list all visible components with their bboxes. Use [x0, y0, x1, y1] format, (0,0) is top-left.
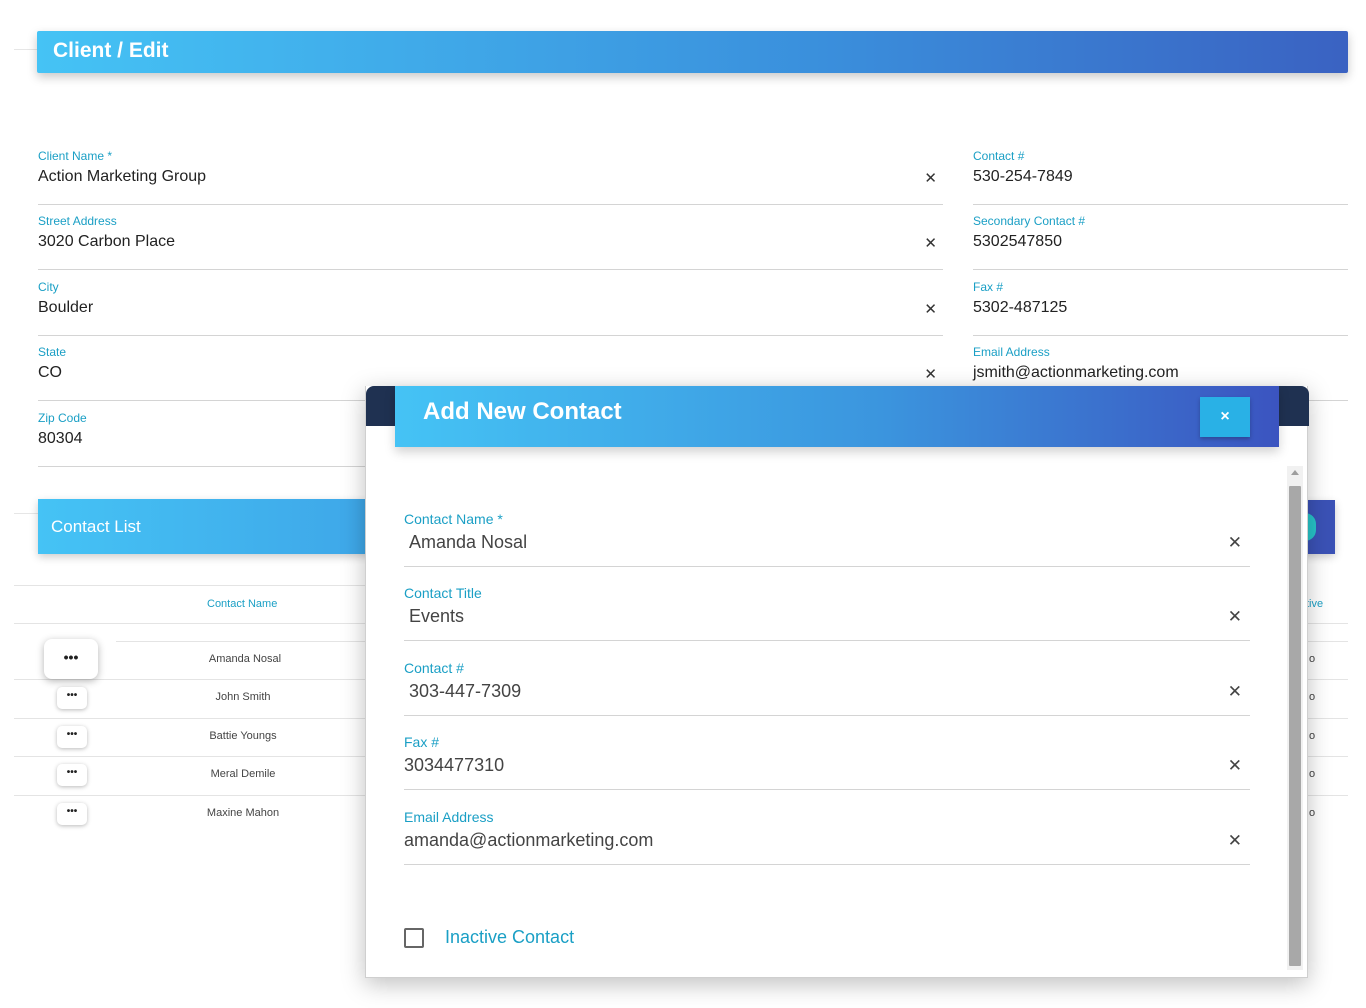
inactive-contact-label[interactable]: Inactive Contact	[445, 927, 574, 948]
column-header-active[interactable]: tive	[1306, 598, 1323, 610]
client-name-label: Client Name *	[38, 149, 113, 163]
contact-email-field[interactable]: Email Address amanda@actionmarketing.com…	[404, 809, 1250, 865]
table-row[interactable]: Maxine Mahon	[183, 807, 303, 819]
more-horizontal-icon[interactable]: •••	[44, 639, 98, 679]
dialog-title: Add New Contact	[423, 398, 622, 425]
table-divider	[14, 795, 366, 796]
contact-title-label: Contact Title	[404, 585, 482, 601]
close-icon[interactable]: ✕	[1228, 831, 1242, 851]
more-horizontal-icon[interactable]: •••	[57, 726, 87, 748]
contact-number-label: Contact #	[404, 660, 464, 676]
table-row[interactable]: Battie Youngs	[183, 730, 303, 742]
contact-list-header: Contact List	[38, 499, 378, 554]
page-title: Client / Edit	[53, 39, 169, 62]
street-address-input[interactable]: 3020 Carbon Place	[38, 233, 175, 251]
client-name-input[interactable]: Action Marketing Group	[38, 168, 206, 186]
close-icon[interactable]: ✕	[1228, 533, 1242, 553]
fax-input[interactable]: 5302-487125	[973, 299, 1067, 317]
secondary-contact-field[interactable]: Secondary Contact # 5302547850	[973, 214, 1348, 270]
state-label: State	[38, 345, 67, 359]
contact-title-field[interactable]: Contact Title Events ✕	[404, 585, 1250, 641]
table-cell-active: o	[1309, 691, 1316, 703]
table-divider	[14, 756, 366, 757]
contact-title-input[interactable]: Events	[409, 606, 464, 627]
contact-number-field[interactable]: Contact # 530-254-7849	[973, 149, 1348, 205]
scrollbar-thumb[interactable]	[1289, 486, 1301, 966]
more-horizontal-icon[interactable]: •••	[57, 764, 87, 786]
contact-number-field[interactable]: Contact # 303-447-7309 ✕	[404, 660, 1250, 716]
contact-number-input[interactable]: 530-254-7849	[973, 168, 1073, 186]
close-icon[interactable]: ✕	[1228, 756, 1242, 776]
contact-name-label: Contact Name *	[404, 511, 503, 527]
state-input[interactable]: CO	[38, 364, 62, 382]
add-contact-dialog: Add New Contact × Contact Name * Amanda …	[365, 386, 1309, 978]
close-dialog-button[interactable]: ×	[1200, 397, 1250, 437]
city-label: City	[38, 280, 59, 294]
more-horizontal-icon[interactable]: •••	[57, 803, 87, 825]
city-field[interactable]: City Boulder ✕	[38, 280, 943, 336]
table-divider	[14, 623, 366, 624]
contact-email-label: Email Address	[404, 809, 494, 825]
email-label: Email Address	[973, 345, 1050, 359]
close-icon[interactable]: ✕	[924, 234, 937, 252]
table-divider	[116, 641, 366, 642]
street-address-field[interactable]: Street Address 3020 Carbon Place ✕	[38, 214, 943, 270]
table-row[interactable]: Amanda Nosal	[185, 653, 305, 665]
contact-name-field[interactable]: Contact Name * Amanda Nosal ✕	[404, 511, 1250, 567]
email-input[interactable]: jsmith@actionmarketing.com	[973, 364, 1179, 382]
close-icon[interactable]: ✕	[924, 300, 937, 318]
street-address-label: Street Address	[38, 214, 117, 228]
triangle-up-icon[interactable]	[1291, 470, 1299, 475]
table-divider	[14, 718, 366, 719]
contact-fax-input[interactable]: 3034477310	[404, 755, 504, 776]
contact-fax-label: Fax #	[404, 734, 440, 750]
close-icon[interactable]: ✕	[1228, 607, 1242, 627]
client-name-field[interactable]: Client Name * Action Marketing Group ✕	[38, 149, 943, 205]
city-input[interactable]: Boulder	[38, 299, 93, 317]
contact-list-title: Contact List	[51, 517, 141, 536]
close-icon[interactable]: ✕	[924, 365, 937, 383]
contact-number-label: Contact #	[973, 149, 1025, 163]
fax-label: Fax #	[973, 280, 1004, 294]
fax-field[interactable]: Fax # 5302-487125	[973, 280, 1348, 336]
table-divider	[14, 585, 366, 586]
dialog-scrollbar[interactable]	[1287, 466, 1303, 970]
table-row[interactable]: John Smith	[183, 691, 303, 703]
table-divider	[1308, 718, 1348, 719]
table-divider	[14, 679, 366, 680]
more-horizontal-icon[interactable]: •••	[57, 687, 87, 709]
contact-number-input[interactable]: 303-447-7309	[409, 681, 521, 702]
table-divider	[1308, 641, 1348, 642]
page-header: Client / Edit	[37, 31, 1348, 73]
contact-email-input[interactable]: amanda@actionmarketing.com	[404, 830, 653, 851]
secondary-contact-label: Secondary Contact #	[973, 214, 1086, 228]
table-row[interactable]: Meral Demile	[183, 768, 303, 780]
zip-code-input[interactable]: 80304	[38, 430, 83, 448]
close-icon[interactable]: ✕	[1228, 682, 1242, 702]
contact-name-input[interactable]: Amanda Nosal	[409, 532, 527, 553]
column-header-contact-name[interactable]: Contact Name	[207, 598, 277, 610]
table-divider	[1308, 679, 1348, 680]
close-icon[interactable]: ×	[1220, 408, 1229, 425]
table-divider	[1308, 623, 1348, 624]
inactive-contact-checkbox[interactable]	[404, 928, 424, 948]
secondary-contact-input[interactable]: 5302547850	[973, 233, 1062, 251]
table-cell-active: o	[1309, 730, 1316, 742]
table-divider	[1308, 756, 1348, 757]
table-cell-active: o	[1309, 653, 1316, 665]
close-icon[interactable]: ✕	[924, 169, 937, 187]
dialog-header: Add New Contact ×	[395, 386, 1279, 447]
contact-fax-field[interactable]: Fax # 3034477310 ✕	[404, 734, 1250, 790]
table-divider	[1308, 795, 1348, 796]
table-cell-active: o	[1309, 768, 1316, 780]
zip-code-label: Zip Code	[38, 411, 87, 425]
section-divider	[14, 513, 38, 514]
table-cell-active: o	[1309, 807, 1316, 819]
